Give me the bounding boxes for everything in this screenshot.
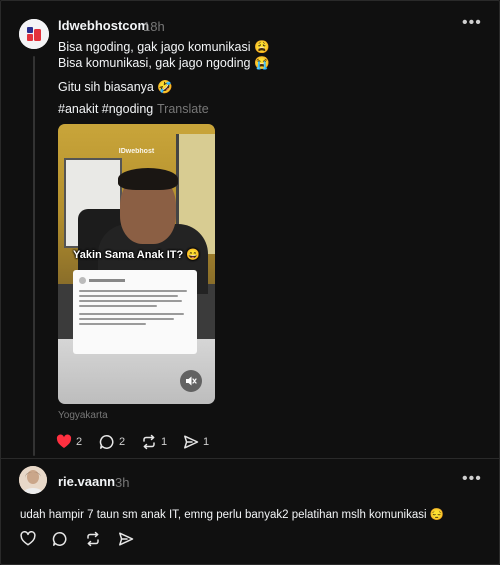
post-text-line-2: Bisa komunikasi, gak jago ngoding 😭: [58, 56, 270, 70]
post-location[interactable]: Yogyakarta: [58, 410, 108, 421]
video-embedded-card: [73, 270, 197, 354]
reply-avatar[interactable]: [19, 466, 47, 494]
comment-icon: [99, 435, 114, 449]
repost-icon: [143, 434, 155, 450]
more-icon[interactable]: •••: [462, 14, 482, 32]
mute-icon[interactable]: [180, 370, 202, 392]
repost-button[interactable]: 1: [141, 434, 167, 450]
share-count: 1: [203, 436, 210, 448]
author-avatar[interactable]: [19, 19, 49, 49]
like-button[interactable]: 2: [56, 434, 82, 449]
post-hashtags[interactable]: #anakit #ngoding: [58, 102, 153, 116]
reply-count: 2: [119, 436, 126, 448]
share-icon: [184, 435, 199, 449]
reply-like-button[interactable]: [20, 531, 36, 546]
heart-icon: [56, 434, 72, 448]
reply-time: 3h: [115, 475, 130, 490]
thread-line: [33, 56, 35, 456]
repost-icon: [87, 531, 99, 547]
heart-icon: [20, 531, 36, 546]
reply-text: udah hampir 7 taun sm anak IT, emng perl…: [20, 509, 445, 521]
video-watermark: IDwebhost: [118, 148, 155, 155]
more-icon[interactable]: •••: [462, 470, 482, 488]
post-text-line-1: Bisa ngoding, gak jago komunikasi 😩: [58, 40, 270, 54]
share-button[interactable]: 1: [183, 434, 209, 450]
share-icon: [119, 532, 134, 546]
post-time: 18h: [143, 19, 165, 34]
reply-comment-button[interactable]: [52, 531, 68, 547]
comment-icon: [52, 532, 67, 546]
reply-button[interactable]: 2: [99, 434, 125, 450]
reply-username[interactable]: rie.vaann: [58, 474, 115, 489]
author-username[interactable]: ldwebhostcom: [58, 18, 149, 33]
repost-count: 1: [161, 436, 168, 448]
like-count: 2: [76, 435, 83, 448]
reply-share-button[interactable]: [118, 531, 134, 547]
translate-link[interactable]: Translate: [157, 102, 209, 116]
reply-repost-button[interactable]: [85, 531, 101, 547]
video-caption: Yakin Sama Anak IT? 😄: [73, 249, 200, 261]
post-video[interactable]: IDwebhost Yakin Sama Anak IT? 😄: [58, 124, 215, 404]
post-divider: [0, 458, 500, 459]
post-text-line-3: Gitu sih biasanya 🤣: [58, 80, 173, 94]
